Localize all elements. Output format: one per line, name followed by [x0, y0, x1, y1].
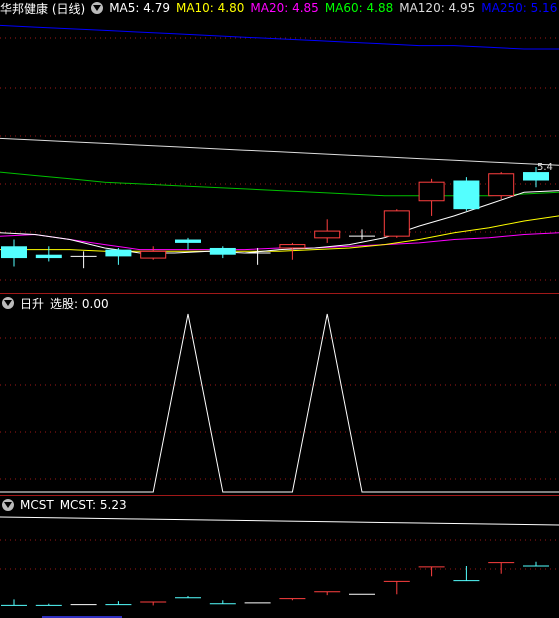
indicator1-header: 日升 选股: 0.00	[0, 295, 115, 311]
main-header: 华邦健康 (日线) MA5: 4.79 MA10: 4.80 MA20: 4.85 M…	[0, 0, 559, 16]
candlestick-chart[interactable]: 5.4	[0, 0, 559, 293]
ma-legend-item: MA250: 5.16	[481, 1, 558, 15]
candle-body	[279, 244, 306, 249]
candle-body	[453, 180, 480, 210]
indicator1-value: 选股: 0.00	[50, 296, 109, 311]
ma-legend-item: MA60: 4.88	[324, 1, 394, 15]
indicator-panel-mcst[interactable]: MCST MCST: 5.23	[0, 496, 559, 618]
chevron-down-icon[interactable]	[91, 2, 104, 14]
ma-legend-item: MA5: 4.79	[109, 1, 170, 15]
candle-body	[1, 246, 27, 259]
candle-body	[488, 173, 515, 197]
stock-title: 华邦健康 (日线)	[0, 1, 86, 16]
main-chart-panel[interactable]: 5.4 华邦健康 (日线) MA5: 4.79 MA10: 4.80 MA20: 4…	[0, 0, 559, 293]
candle-body	[209, 247, 236, 255]
chevron-down-icon[interactable]	[2, 297, 14, 309]
ma-legend-item: MA20: 4.85	[250, 1, 319, 15]
signal-line	[0, 313, 559, 493]
ma120-line	[0, 137, 559, 166]
ma-legend-item: MA120: 4.95	[399, 1, 476, 15]
signal-chart[interactable]	[0, 294, 559, 495]
chevron-down-icon[interactable]	[2, 499, 14, 511]
candle-body	[523, 172, 549, 181]
candle-body	[418, 181, 445, 202]
indicator1-name: 日升	[20, 296, 45, 311]
candle-body	[105, 249, 132, 257]
mcst-line	[0, 516, 559, 526]
mcst-chart[interactable]	[0, 496, 559, 618]
ma-legend: MA5: 4.79 MA10: 4.80 MA20: 4.85 MA60: 4.88 M…	[109, 1, 559, 15]
ma250-line	[0, 24, 559, 50]
candle-body	[140, 250, 167, 259]
candle-body	[314, 230, 341, 239]
candle-body	[383, 210, 410, 237]
indicator-panel-rising[interactable]: 日升 选股: 0.00	[0, 294, 559, 495]
candle-body	[175, 239, 201, 243]
candle-body	[35, 254, 62, 259]
price-label: 5.4	[537, 162, 553, 173]
indicator2-name: MCST	[20, 498, 54, 512]
indicator2-value: MCST: 5.23	[59, 498, 127, 512]
ma-legend-item: MA10: 4.80	[175, 1, 245, 15]
indicator2-header: MCST MCST: 5.23	[0, 497, 133, 513]
